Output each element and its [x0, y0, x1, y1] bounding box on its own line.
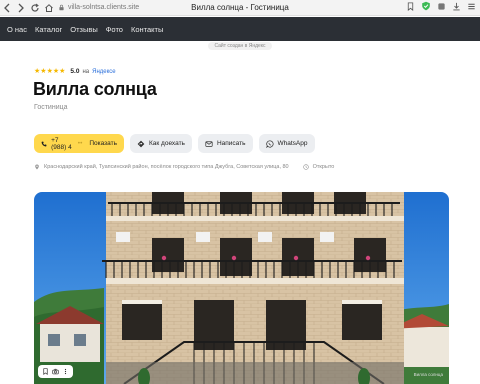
nav-item-reviews[interactable]: Отзывы: [70, 25, 97, 34]
bookmark-icon[interactable]: [406, 1, 415, 11]
action-buttons: +7 (988) 4 •• Показать Как доехать Напис…: [34, 134, 315, 153]
whatsapp-icon: [265, 139, 273, 148]
rating: ★ ★ ★ ★ ★ 5.0 на Яндексе: [34, 68, 116, 75]
page-title: Вилла солнца: [33, 79, 157, 99]
download-icon[interactable]: [452, 2, 461, 11]
open-status: Открыто: [312, 164, 335, 170]
phone-icon: [41, 141, 47, 146]
phone-hidden-digits: ••: [77, 140, 83, 147]
address-bar[interactable]: villa-solntsa.clients.site: [58, 4, 139, 11]
photo-toolbar: [38, 365, 73, 378]
write-button[interactable]: Написать: [197, 134, 253, 153]
browser-toolbar: villa-solntsa.clients.site Вилла солнца …: [0, 0, 480, 16]
site-credit: Сайт создан в Яндекс: [0, 42, 480, 50]
back-icon[interactable]: [0, 1, 14, 15]
nav-item-catalog[interactable]: Каталог: [35, 25, 62, 34]
credit-text[interactable]: Сайт создан в Яндекс: [208, 42, 272, 50]
camera-icon[interactable]: [51, 367, 60, 376]
home-icon[interactable]: [42, 1, 56, 15]
address-line: Краснодарский край, Туапсинский район, п…: [34, 164, 334, 170]
nav-item-contacts[interactable]: Контакты: [131, 25, 163, 34]
clock-icon: [302, 164, 309, 170]
photo-watermark: Вилла солнца: [413, 372, 443, 377]
shield-icon[interactable]: [421, 1, 431, 11]
address-text[interactable]: Краснодарский край, Туапсинский район, п…: [44, 164, 289, 170]
whatsapp-label: WhatsApp: [277, 140, 308, 147]
write-label: Написать: [216, 140, 246, 147]
nav-item-photos[interactable]: Фото: [106, 25, 123, 34]
more-icon[interactable]: [61, 367, 70, 376]
phone-button[interactable]: +7 (988) 4 •• Показать: [34, 134, 124, 153]
bookmark-photo-icon[interactable]: [41, 367, 50, 376]
route-icon: [137, 140, 145, 147]
star-icon: ★: [59, 68, 66, 75]
show-phone-label: Показать: [89, 140, 117, 147]
url-text: villa-solntsa.clients.site: [68, 4, 140, 11]
rating-stars: ★ ★ ★ ★ ★: [34, 68, 65, 75]
phone-number: +7 (988) 4: [51, 136, 72, 151]
mail-icon: [205, 140, 213, 147]
hotel-photo[interactable]: [34, 192, 449, 384]
page-subtitle: Гостиница: [34, 104, 68, 111]
nav-item-about[interactable]: О нас: [7, 25, 27, 34]
reload-icon[interactable]: [28, 1, 42, 15]
whatsapp-button[interactable]: WhatsApp: [258, 134, 315, 153]
rating-source-link[interactable]: Яндексе: [92, 69, 116, 75]
route-label: Как доехать: [149, 140, 185, 147]
rating-on: на: [82, 68, 90, 75]
lock-icon: [59, 4, 64, 11]
route-button[interactable]: Как доехать: [130, 134, 192, 153]
forward-icon[interactable]: [14, 1, 28, 15]
menu-icon[interactable]: [467, 2, 476, 11]
site-nav: О нас Каталог Отзывы Фото Контакты: [0, 17, 480, 41]
extensions-icon[interactable]: [437, 2, 446, 11]
rating-value: 5.0: [70, 68, 80, 75]
location-pin-icon: [35, 164, 39, 170]
hotel-building-illustration: [34, 192, 449, 384]
